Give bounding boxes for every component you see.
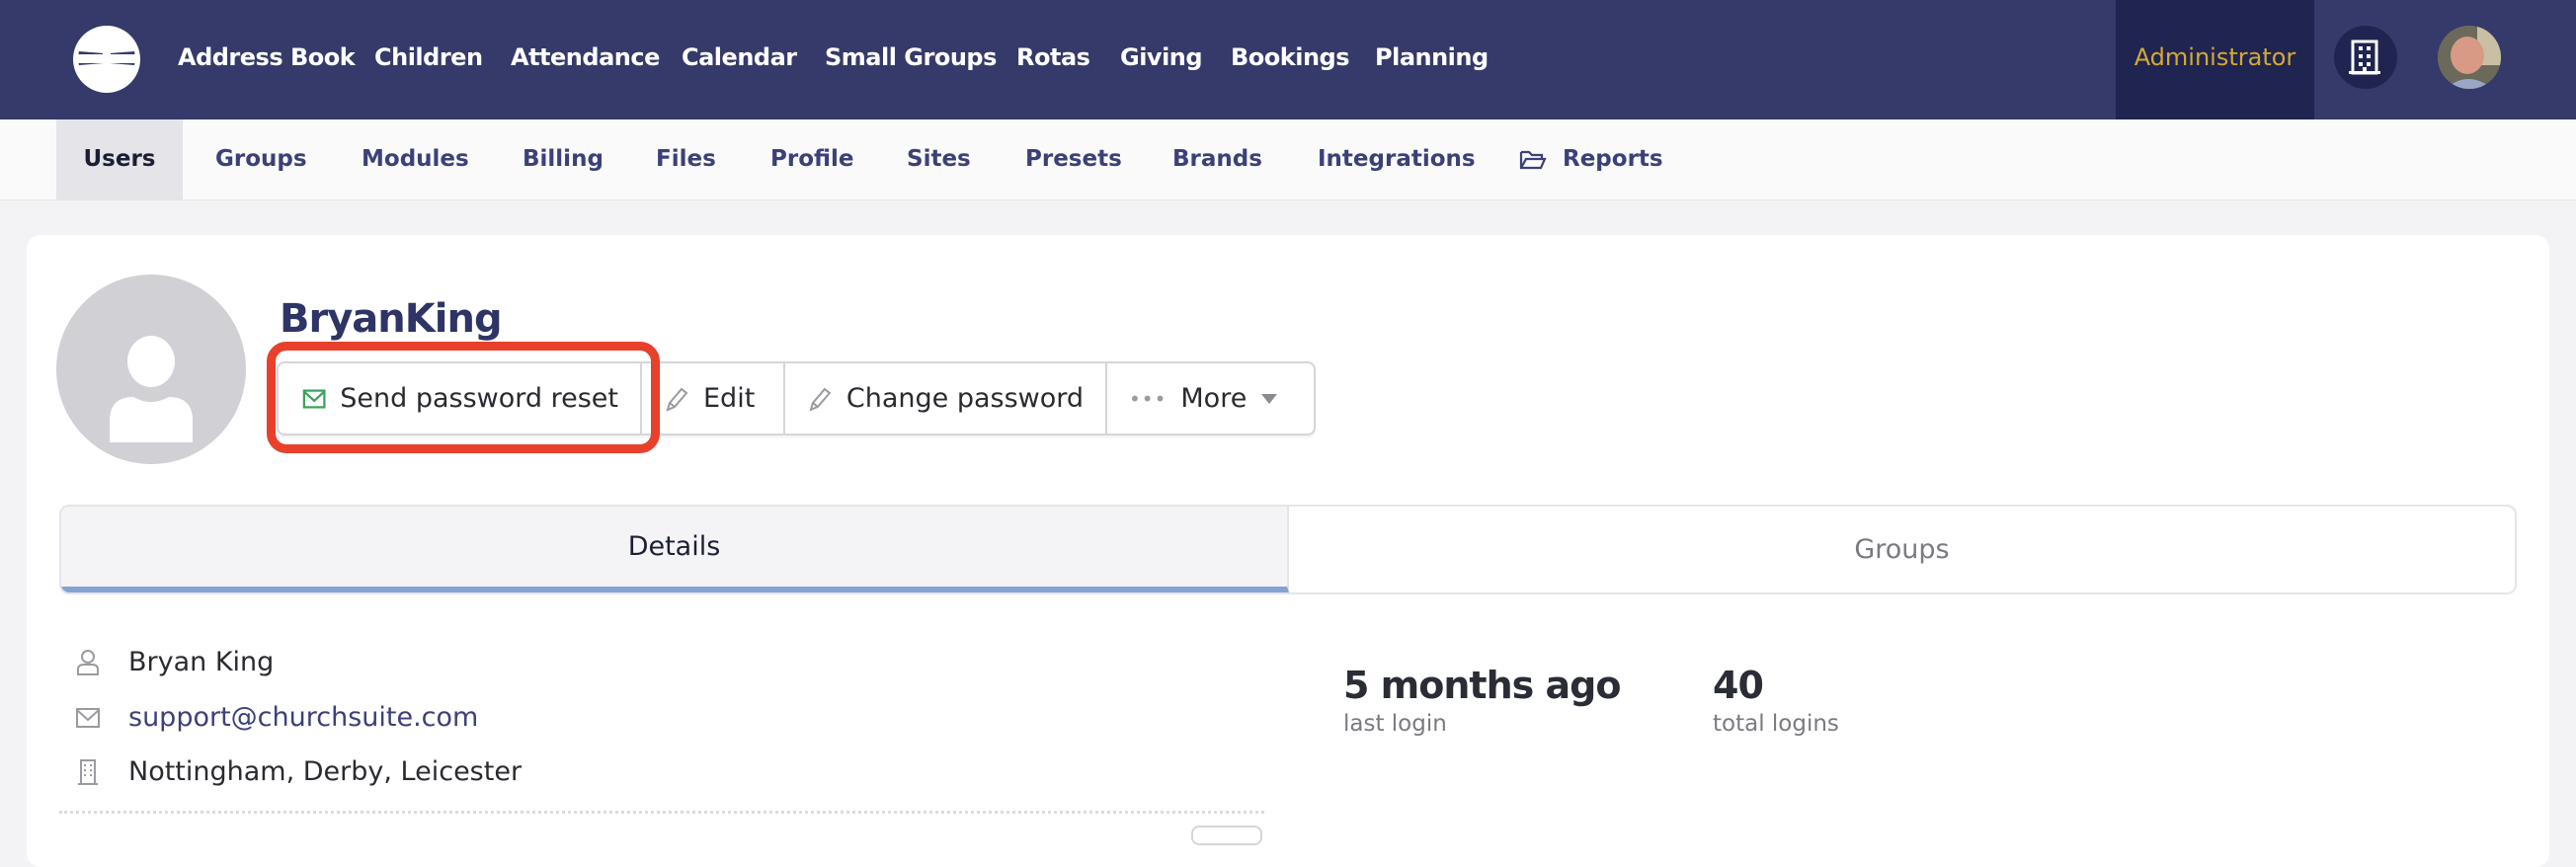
divider bbox=[59, 811, 1264, 814]
edit-label: Edit bbox=[703, 383, 756, 414]
nav-bookings[interactable]: Bookings bbox=[1231, 0, 1350, 119]
tab-groups[interactable]: Groups bbox=[1289, 507, 2515, 592]
full-name: Bryan King bbox=[128, 647, 275, 677]
subnav-modules[interactable]: Modules bbox=[362, 119, 469, 200]
change-password-button[interactable]: Change password bbox=[785, 363, 1107, 434]
subnav-reports[interactable]: Reports bbox=[1563, 119, 1663, 200]
total-logins-label: total logins bbox=[1713, 711, 1839, 737]
pencil-icon bbox=[666, 387, 688, 412]
more-dropdown-button[interactable]: ••• More bbox=[1107, 363, 1314, 434]
subnav-sites[interactable]: Sites bbox=[907, 119, 971, 200]
nav-address-book[interactable]: Address Book bbox=[178, 0, 356, 119]
detail-name-row: Bryan King bbox=[75, 647, 274, 677]
subnav-billing[interactable]: Billing bbox=[523, 119, 604, 200]
subnav-integrations[interactable]: Integrations bbox=[1318, 119, 1476, 200]
more-label: More bbox=[1180, 383, 1248, 414]
detail-sites-row: Nottingham, Derby, Leicester bbox=[75, 756, 522, 787]
nav-calendar[interactable]: Calendar bbox=[682, 0, 797, 119]
total-logins-stat: 40 total logins bbox=[1713, 664, 1839, 737]
person-icon bbox=[110, 336, 193, 442]
subnav-presets[interactable]: Presets bbox=[1025, 119, 1122, 200]
user-icon bbox=[77, 649, 99, 675]
nav-small-groups[interactable]: Small Groups bbox=[825, 0, 997, 119]
tab-details[interactable]: Details bbox=[61, 507, 1289, 592]
churchsuite-logo-icon[interactable] bbox=[73, 26, 140, 93]
nav-children[interactable]: Children bbox=[374, 0, 483, 119]
total-logins-value: 40 bbox=[1713, 664, 1764, 707]
nav-planning[interactable]: Planning bbox=[1375, 0, 1489, 119]
user-actions-button-group: Send password reset Edit Change password… bbox=[277, 361, 1316, 435]
administrator-button[interactable]: Administrator bbox=[2116, 0, 2314, 119]
admin-subnav: Users Groups Modules Billing Files Profi… bbox=[0, 119, 2576, 200]
user-tabs: Details Groups bbox=[59, 505, 2517, 594]
user-avatar[interactable] bbox=[2438, 26, 2501, 89]
subnav-brands[interactable]: Brands bbox=[1172, 119, 1262, 200]
last-login-label: last login bbox=[1343, 711, 1447, 737]
last-login-stat: 5 months ago last login bbox=[1343, 664, 1621, 737]
nav-rotas[interactable]: Rotas bbox=[1016, 0, 1090, 119]
top-navbar: Address Book Children Attendance Calenda… bbox=[0, 0, 2576, 119]
building-icon bbox=[2349, 39, 2380, 75]
user-photo-icon bbox=[2438, 26, 2501, 89]
partial-button[interactable] bbox=[1191, 826, 1262, 845]
sites-list: Nottingham, Derby, Leicester bbox=[128, 756, 523, 787]
email-link[interactable]: support@churchsuite.com bbox=[128, 702, 478, 733]
envelope-icon bbox=[76, 707, 100, 728]
pencil-icon bbox=[809, 387, 832, 412]
folder-open-icon bbox=[1519, 150, 1547, 170]
user-avatar-placeholder bbox=[56, 275, 246, 464]
username-heading: BryanKing bbox=[280, 296, 503, 342]
building-icon bbox=[78, 758, 98, 785]
subnav-users[interactable]: Users bbox=[56, 119, 183, 200]
envelope-icon bbox=[302, 388, 326, 409]
subnav-groups[interactable]: Groups bbox=[215, 119, 307, 200]
nav-giving[interactable]: Giving bbox=[1120, 0, 1203, 119]
send-password-reset-label: Send password reset bbox=[340, 383, 618, 414]
nav-attendance[interactable]: Attendance bbox=[511, 0, 660, 119]
subnav-files[interactable]: Files bbox=[656, 119, 716, 200]
send-password-reset-button[interactable]: Send password reset bbox=[279, 363, 642, 434]
subnav-profile[interactable]: Profile bbox=[770, 119, 854, 200]
change-password-label: Change password bbox=[845, 383, 1084, 414]
detail-email-row: support@churchsuite.com bbox=[75, 702, 478, 733]
ellipsis-icon: ••• bbox=[1129, 386, 1167, 411]
organisation-button[interactable] bbox=[2334, 26, 2397, 89]
caret-down-icon bbox=[1261, 393, 1278, 404]
last-login-value: 5 months ago bbox=[1343, 664, 1621, 707]
edit-button[interactable]: Edit bbox=[642, 363, 785, 434]
